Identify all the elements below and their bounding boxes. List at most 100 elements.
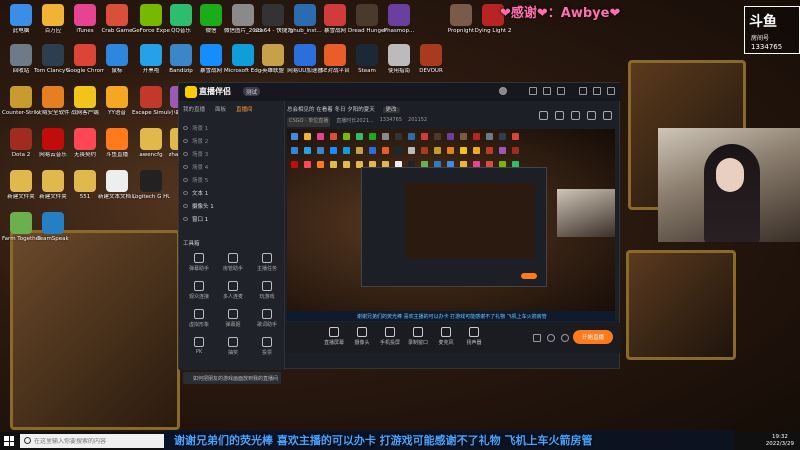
visibility-icon[interactable]: [547, 334, 555, 342]
eye-icon[interactable]: [183, 204, 188, 208]
desktop-icon-label: 无畏契约: [73, 152, 96, 158]
eye-icon[interactable]: [183, 126, 188, 130]
scene-item[interactable]: 场景 4: [183, 162, 279, 172]
fans-icon[interactable]: [571, 111, 580, 120]
background-painting-bottom-right: [626, 250, 736, 360]
tool-button[interactable]: 房管助手: [219, 253, 247, 272]
scene-item[interactable]: 场景 3: [183, 149, 279, 159]
nested-app-icon: [421, 147, 428, 154]
gear-icon[interactable]: [561, 334, 569, 342]
bottom-tool-button[interactable]: 麦克风: [433, 327, 459, 346]
search-icon: [24, 437, 31, 444]
desktop-icon-label: Dying Light 2: [474, 28, 512, 34]
tool-button[interactable]: 玩游戏: [253, 281, 281, 300]
more-icon[interactable]: [603, 111, 612, 120]
desktop-icon[interactable]: TeamSpeak: [34, 212, 72, 243]
avatar-icon[interactable]: [499, 87, 507, 95]
desktop-icon-label: Phasmop...: [383, 28, 415, 34]
eye-icon[interactable]: [183, 178, 188, 182]
eye-icon[interactable]: [183, 165, 188, 169]
clock[interactable]: 19:32 2022/3/29: [766, 434, 794, 448]
maximize-icon[interactable]: [593, 87, 601, 95]
desktop-icon[interactable]: Phasmop...: [380, 4, 418, 35]
taskbar-search[interactable]: [20, 434, 164, 448]
scene-item[interactable]: 摄像头 1: [183, 201, 279, 211]
tool-button[interactable]: 抽奖: [219, 337, 247, 356]
tool-button[interactable]: 多人连麦: [219, 281, 247, 300]
app-icon: [170, 4, 192, 26]
tool-label: 房管助手: [222, 266, 243, 272]
scene-item[interactable]: 场景 1: [183, 123, 279, 133]
game-category[interactable]: CSGO · 单位直播: [287, 117, 331, 127]
nested-app-icon: [434, 147, 441, 154]
bottom-tool-button[interactable]: 直播屏幕: [321, 327, 347, 346]
app-icon: [200, 4, 222, 26]
nested-app-icon: [291, 133, 298, 140]
app-icon: [106, 4, 128, 26]
left-panel: 我的直播 面板 直播间 场景 1 场景 2 场景 3 场景 4 场景 5 文本 1 摄像头 …: [179, 101, 285, 384]
share-icon[interactable]: [539, 111, 548, 120]
tab-panel[interactable]: 面板: [215, 105, 226, 117]
tool-button[interactable]: 弹幕助手: [185, 253, 213, 272]
menu-icon[interactable]: [529, 87, 537, 95]
nested-app-icon: [343, 161, 350, 168]
eye-icon[interactable]: [183, 139, 188, 143]
bottom-tool-button[interactable]: 录制窗口: [405, 327, 431, 346]
nested-app-icon: [447, 133, 454, 140]
scene-item[interactable]: 场景 2: [183, 136, 279, 146]
app-brand: 直播伴侣: [199, 87, 231, 96]
tool-button[interactable]: 观众连接: [185, 281, 213, 300]
tab-live-room[interactable]: 直播间: [236, 105, 253, 117]
desktop-icon[interactable]: Logitech G HUB: [132, 170, 170, 201]
minimize-icon[interactable]: [579, 87, 587, 95]
scene-item[interactable]: 场景 5: [183, 175, 279, 185]
tool-button[interactable]: 弹幕姬: [219, 309, 247, 328]
skin-icon[interactable]: [543, 87, 551, 95]
desktop-icon-label: 英雄联盟: [261, 68, 284, 74]
scene-item[interactable]: 窗口 1: [183, 214, 279, 224]
eye-icon[interactable]: [183, 217, 188, 221]
close-icon[interactable]: [607, 87, 615, 95]
bottom-tool-button[interactable]: 手机投屏: [377, 327, 403, 346]
desktop-icon[interactable]: 鼠标: [98, 44, 136, 75]
bottom-tool-button[interactable]: 扬声器: [461, 327, 487, 346]
app-icon: [140, 86, 162, 108]
app-icon: [324, 44, 346, 66]
stream-preview[interactable]: [287, 129, 615, 319]
nested-app-icon: [460, 147, 467, 154]
desktop-icon[interactable]: DEVOUR: [412, 44, 450, 75]
bottom-tool-button[interactable]: 摄像头: [349, 327, 375, 346]
tool-button[interactable]: 虚拟形象: [185, 309, 213, 328]
desktop-icon[interactable]: 新建文本文档 (3): [98, 170, 136, 201]
streamer-face: [716, 158, 744, 192]
edit-title-tag[interactable]: 更改: [382, 107, 400, 113]
search-input[interactable]: [34, 437, 154, 445]
app-icon: [42, 86, 64, 108]
gift-icon[interactable]: [555, 111, 564, 120]
tool-label: 多人连麦: [222, 294, 243, 300]
eye-icon[interactable]: [183, 152, 188, 156]
scene-label: 场景 5: [192, 178, 209, 184]
tool-label: 弹幕助手: [188, 266, 209, 272]
tool-button[interactable]: PK: [185, 337, 213, 355]
tool-button[interactable]: 歌词助手: [253, 309, 281, 328]
app-icon: [356, 44, 378, 66]
settings-icon[interactable]: [557, 87, 565, 95]
tool-button[interactable]: 主播任务: [253, 253, 281, 272]
desktop-icon-label: 火绒安全软件: [36, 110, 70, 116]
scene-item[interactable]: 文本 1: [183, 188, 279, 198]
eye-icon[interactable]: [183, 191, 188, 195]
desktop-icon[interactable]: 斗鱼直播: [98, 128, 136, 159]
help-notice[interactable]: 如何把朋友的游戏画面放到我的直播间: [183, 372, 281, 384]
nested-app-icon: [512, 133, 519, 140]
tool-icon: [262, 337, 272, 347]
start-live-button[interactable]: 开始直播: [573, 330, 613, 344]
desktop-icon[interactable]: Crab Game: [98, 4, 136, 35]
tool-button[interactable]: 投票: [253, 337, 281, 356]
app-icon: [106, 44, 128, 66]
tab-my-live[interactable]: 我的直播: [183, 105, 205, 117]
chat-icon[interactable]: [587, 111, 596, 120]
camera-small-icon[interactable]: [533, 334, 541, 342]
desktop-icon[interactable]: YY语音: [98, 86, 136, 117]
windows-start-icon[interactable]: [4, 436, 14, 446]
